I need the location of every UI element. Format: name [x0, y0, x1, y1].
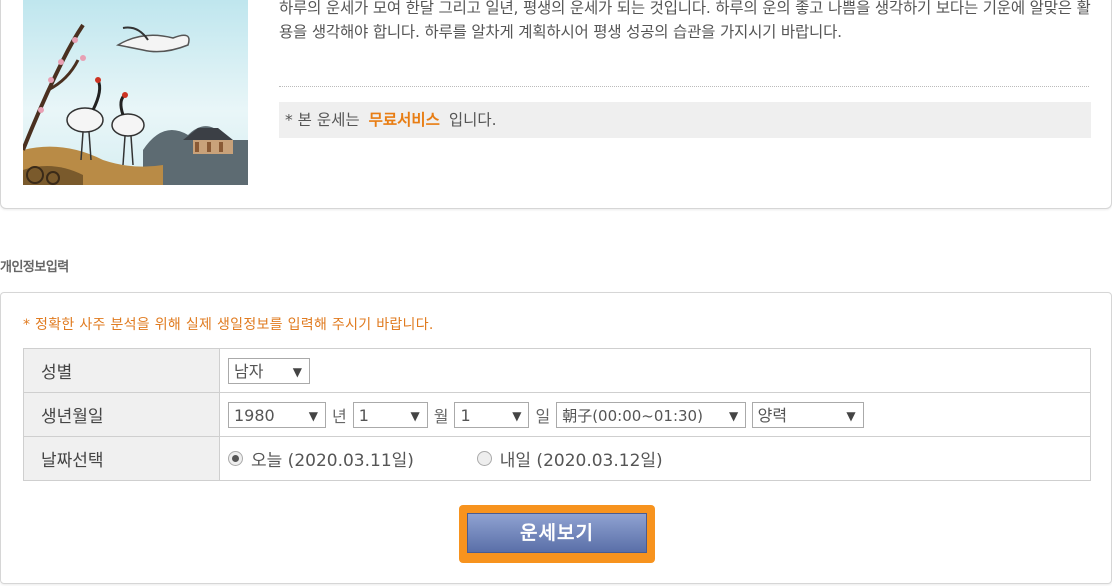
month-select[interactable]: 1 ▼	[352, 401, 428, 428]
day-unit: 일	[535, 406, 551, 426]
gender-value: 남자	[234, 361, 264, 381]
chevron-down-icon: ▼	[292, 364, 302, 379]
calendar-type-select[interactable]: 양력 ▼	[751, 401, 864, 428]
chevron-down-icon: ▼	[728, 408, 739, 423]
tomorrow-label[interactable]: 내일 (2020.03.12일)	[500, 446, 663, 471]
submit-button-focus-ring: 운세보기	[459, 505, 655, 563]
divider	[279, 86, 1089, 87]
today-label[interactable]: 오늘 (2020.03.11일)	[251, 446, 414, 471]
year-select[interactable]: 1980 ▼	[228, 401, 326, 428]
day-select[interactable]: 1 ▼	[454, 401, 530, 428]
view-fortune-button[interactable]: 운세보기	[467, 513, 647, 553]
chevron-down-icon: ▼	[410, 408, 420, 423]
date-choice-cell: 오늘 (2020.03.11일) 내일 (2020.03.12일)	[219, 436, 1091, 481]
chevron-down-icon: ▼	[512, 408, 522, 423]
today-radio[interactable]	[228, 451, 243, 466]
personal-info-table: 성별 남자 ▼ 생년월일 1980 ▼ 년 1 ▼ 월 1 ▼ 일 朝子(00:…	[23, 348, 1091, 481]
chevron-down-icon: ▼	[308, 408, 318, 423]
birthdate-cell: 1980 ▼ 년 1 ▼ 월 1 ▼ 일 朝子(00:00~01:30) ▼ 양…	[219, 392, 1091, 437]
gender-cell: 남자 ▼	[219, 348, 1091, 393]
chevron-down-icon: ▼	[846, 408, 856, 423]
notice-suffix: 입니다.	[448, 111, 497, 129]
birth-time-select[interactable]: 朝子(00:00~01:30) ▼	[556, 401, 747, 428]
gender-label: 성별	[23, 348, 220, 393]
notice-prefix: * 본 운세는	[285, 111, 360, 129]
gender-row: 성별 남자 ▼	[23, 348, 1091, 393]
calendar-type-value: 양력	[757, 405, 788, 425]
date-choice-row: 날짜선택 오늘 (2020.03.11일) 내일 (2020.03.12일)	[23, 436, 1091, 481]
tomorrow-radio[interactable]	[476, 451, 492, 466]
birthdate-label: 생년월일	[23, 392, 220, 437]
crane-illustration	[23, 0, 248, 185]
notice-highlight: 무료서비스	[368, 111, 440, 129]
day-value: 1	[460, 405, 471, 425]
month-value: 1	[358, 405, 369, 425]
birthdate-row: 생년월일 1980 ▼ 년 1 ▼ 월 1 ▼ 일 朝子(00:00~01:30…	[23, 392, 1091, 437]
section-title: 개인정보입력	[0, 260, 69, 275]
intro-description: 하루의 운세가 모여 한달 그리고 일년, 평생의 운세가 되는 것입니다. 하…	[279, 0, 1091, 41]
birth-time-value: 朝子(00:00~01:30)	[562, 406, 703, 425]
date-choice-label: 날짜선택	[23, 436, 220, 481]
gender-select[interactable]: 남자 ▼	[228, 357, 310, 384]
year-unit: 년	[332, 406, 347, 426]
month-unit: 월	[433, 406, 449, 426]
free-service-notice: * 본 운세는 무료서비스 입니다.	[279, 102, 1091, 138]
year-value: 1980	[234, 405, 275, 425]
form-warning: * 정확한 사주 분석을 위해 실제 생일정보를 입력해 주시기 바랍니다.	[23, 317, 434, 333]
